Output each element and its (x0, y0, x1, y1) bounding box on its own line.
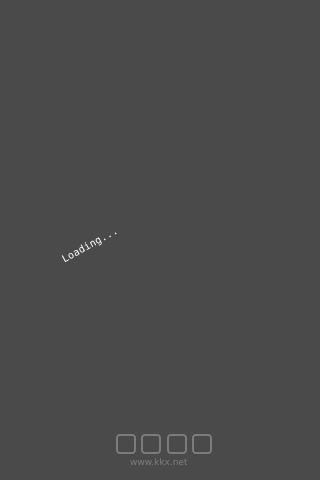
loading-screen: Loading... www.kkx.net (0, 0, 216, 480)
watermark-glyph (116, 434, 136, 454)
watermark-logo: www.kkx.net (116, 430, 212, 472)
watermark-glyph (166, 434, 187, 454)
watermark-glyphs (116, 430, 212, 458)
watermark-glyph (191, 434, 212, 454)
watermark-glyph (141, 434, 162, 454)
loading-text: Loading... (60, 225, 121, 266)
watermark-url: www.kkx.net (130, 458, 188, 468)
